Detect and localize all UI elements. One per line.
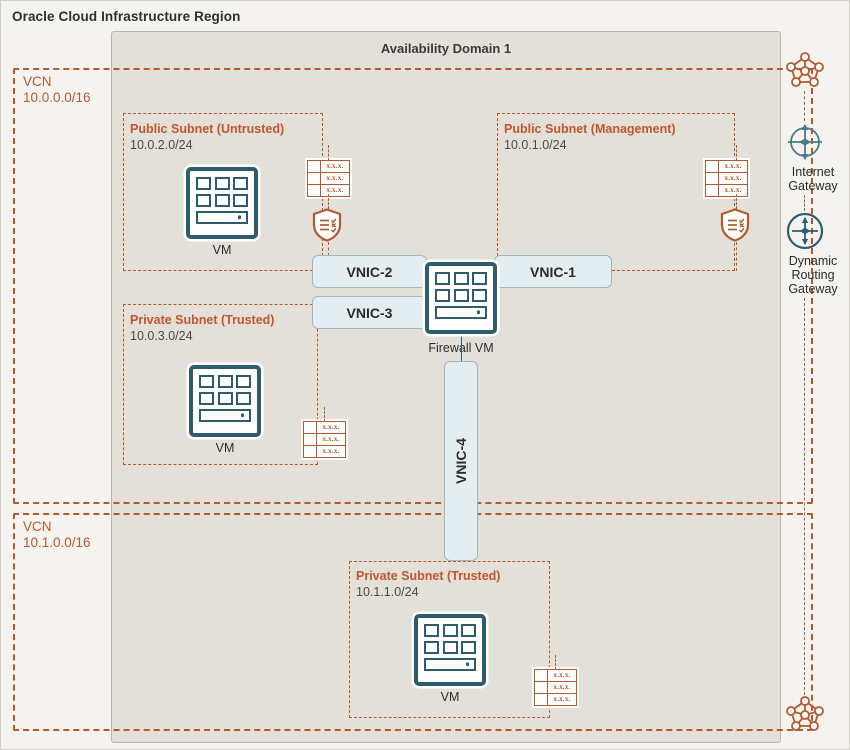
vnic-3-label: VNIC-3 (346, 304, 393, 321)
diagram-canvas: Oracle Cloud Infrastructure Region Avail… (0, 0, 850, 750)
route-table-entry: x.x.x. (326, 186, 344, 194)
internet-gateway-label-line1: Internet (791, 165, 835, 179)
page-title: Oracle Cloud Infrastructure Region (12, 9, 241, 24)
route-table-entry: x.x.x. (724, 186, 742, 194)
connector-line (736, 145, 737, 161)
route-table-entry: x.x.x. (553, 695, 571, 703)
availability-domain-title: Availability Domain 1 (380, 41, 512, 56)
subnet-public-management (497, 113, 735, 271)
route-table-entry: x.x.x. (326, 162, 344, 170)
vm-label: VM (215, 441, 235, 455)
subnet-title-private-trusted-vcn2: Private Subnet (Trusted) (356, 569, 501, 583)
vm-instance-trusted-vcn2[interactable]: VM (414, 614, 486, 704)
internet-gateway-label-line2: Gateway (788, 179, 838, 193)
route-table-entry: x.x.x. (724, 162, 742, 170)
subnet-cidr-public-management: 10.0.1.0/24 (504, 138, 567, 152)
vm-icon (414, 614, 486, 686)
dynamic-routing-gateway-icon (786, 212, 824, 250)
route-table-trusted-vcn2[interactable]: x.x.x. x.x.x. x.x.x. (534, 669, 577, 706)
connector-line (324, 407, 325, 422)
vcn-label-2: VCN 10.1.0.0/16 (23, 519, 91, 551)
connector-line (461, 334, 462, 364)
vnic-1[interactable]: VNIC-1 (494, 255, 612, 288)
internet-gateway-label: Internet Gateway (758, 165, 849, 193)
subnet-cidr-private-trusted-vcn2: 10.1.1.0/24 (356, 585, 419, 599)
connector-line (328, 194, 329, 209)
subnet-cidr-private-trusted-vcn1: 10.0.3.0/24 (130, 329, 193, 343)
network-cloud-bottom[interactable] (785, 695, 825, 738)
vm-icon (189, 365, 261, 437)
subnet-title-private-trusted-vcn1: Private Subnet (Trusted) (130, 313, 275, 327)
route-table-management[interactable]: x.x.x. x.x.x. x.x.x. (705, 160, 748, 197)
drg-label-line2: Routing (791, 268, 835, 282)
vcn-label-1: VCN 10.0.0.0/16 (23, 74, 91, 106)
drg-label-line1: Dynamic (788, 254, 838, 268)
connector-line (555, 655, 556, 670)
internet-gateway-icon (788, 124, 822, 160)
network-cloud-icon (786, 52, 824, 87)
vnic-2[interactable]: VNIC-2 (312, 255, 427, 288)
connector-line (804, 91, 805, 121)
route-table-untrusted[interactable]: x.x.x. x.x.x. x.x.x. (307, 160, 350, 197)
network-cloud-icon (786, 696, 824, 731)
vcn-name-1: VCN (23, 74, 52, 89)
firewall-vm-icon[interactable] (425, 262, 497, 334)
network-cloud-top[interactable] (785, 51, 825, 94)
connector-line (804, 195, 805, 211)
subnet-title-public-untrusted: Public Subnet (Untrusted) (130, 122, 285, 136)
connector-line (328, 145, 329, 161)
route-table-entry: x.x.x. (322, 423, 340, 431)
internet-gateway[interactable] (784, 121, 826, 168)
shield-icon (720, 208, 750, 242)
vnic-1-label: VNIC-1 (530, 263, 576, 280)
subnet-title-public-management: Public Subnet (Management) (504, 122, 676, 136)
connector-line (804, 298, 805, 700)
security-list-management[interactable] (720, 208, 750, 247)
vcn-name-2: VCN (23, 519, 52, 534)
vm-label: VM (440, 690, 460, 704)
route-table-entry: x.x.x. (326, 174, 344, 182)
vcn-cidr-1: 10.0.0.0/16 (23, 90, 91, 105)
route-table-entry: x.x.x. (322, 435, 340, 443)
route-table-entry: x.x.x. (322, 447, 340, 455)
dynamic-routing-gateway-label: Dynamic Routing Gateway (758, 254, 849, 296)
connector-line (736, 194, 737, 209)
vnic-4-label: VNIC-4 (453, 438, 469, 484)
dynamic-routing-gateway[interactable] (784, 210, 826, 257)
vm-icon (186, 167, 258, 239)
vcn-cidr-2: 10.1.0.0/16 (23, 535, 91, 550)
vm-instance-trusted-vcn1[interactable]: VM (189, 365, 261, 455)
shield-icon (312, 208, 342, 242)
vm-instance-untrusted[interactable]: VM (186, 167, 258, 257)
route-table-entry: x.x.x. (553, 683, 571, 691)
vnic-3[interactable]: VNIC-3 (312, 296, 427, 329)
vm-label: VM (212, 243, 232, 257)
vnic-2-label: VNIC-2 (346, 263, 393, 280)
route-table-entry: x.x.x. (724, 174, 742, 182)
vnic-4[interactable]: VNIC-4 (444, 361, 478, 561)
subnet-cidr-public-untrusted: 10.0.2.0/24 (130, 138, 193, 152)
route-table-entry: x.x.x. (553, 671, 571, 679)
drg-label-line3: Gateway (788, 282, 838, 296)
security-list-untrusted[interactable] (312, 208, 342, 247)
route-table-trusted-vcn1[interactable]: x.x.x. x.x.x. x.x.x. (303, 421, 346, 458)
